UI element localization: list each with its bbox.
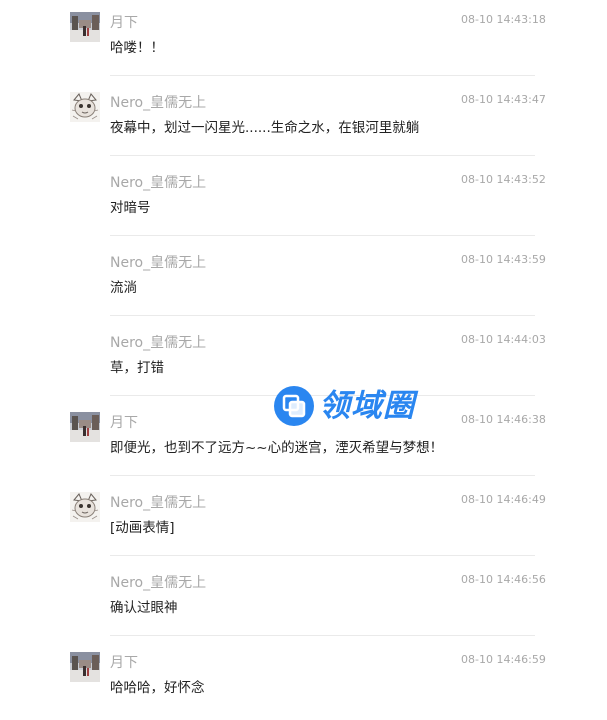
watermark-logo-icon xyxy=(274,386,314,426)
sender-name: Nero_皇儒无上 xyxy=(110,335,207,351)
sender-name: Nero_皇儒无上 xyxy=(110,255,207,271)
winter-street-avatar-icon xyxy=(70,412,100,442)
chat-message: Nero_皇儒无上 08-10 14:43:47 夜幕中，划过一闪星光.....… xyxy=(0,80,607,160)
message-divider xyxy=(110,635,535,636)
message-text: [动画表情] xyxy=(110,520,175,536)
message-timestamp: 08-10 14:46:49 xyxy=(461,493,546,506)
sender-name: 月下 xyxy=(110,655,138,671)
message-text: 确认过眼神 xyxy=(110,600,178,616)
message-text: 夜幕中，划过一闪星光......生命之水，在银河里就躺 xyxy=(110,120,420,136)
message-text: 哈喽！！ xyxy=(110,40,164,56)
message-timestamp: 08-10 14:46:59 xyxy=(461,653,546,666)
message-timestamp: 08-10 14:43:59 xyxy=(461,253,546,266)
message-text: 对暗号 xyxy=(110,200,151,216)
sender-name: Nero_皇儒无上 xyxy=(110,95,207,111)
winter-street-avatar-icon xyxy=(70,12,100,42)
sender-name: 月下 xyxy=(110,415,138,431)
avatar[interactable] xyxy=(70,12,100,42)
message-timestamp: 08-10 14:43:18 xyxy=(461,13,546,26)
sketch-creature-avatar-icon xyxy=(70,92,100,122)
message-text: 草，打错 xyxy=(110,360,164,376)
message-timestamp: 08-10 14:46:56 xyxy=(461,573,546,586)
chat-message: Nero_皇儒无上 08-10 14:46:49 [动画表情] xyxy=(0,480,607,560)
avatar[interactable] xyxy=(70,492,100,522)
message-divider xyxy=(110,155,535,156)
sender-name: Nero_皇儒无上 xyxy=(110,175,207,191)
avatar[interactable] xyxy=(70,652,100,682)
message-timestamp: 08-10 14:44:03 xyxy=(461,333,546,346)
message-divider xyxy=(110,315,535,316)
message-text: 哈哈哈，好怀念 xyxy=(110,680,205,696)
message-timestamp: 08-10 14:43:47 xyxy=(461,93,546,106)
message-text: 流淌 xyxy=(110,280,137,296)
message-divider xyxy=(110,475,535,476)
avatar[interactable] xyxy=(70,92,100,122)
watermark: 领域圈 xyxy=(273,385,453,427)
chat-message: Nero_皇儒无上 08-10 14:43:59 流淌 xyxy=(0,240,607,320)
message-divider xyxy=(110,555,535,556)
avatar[interactable] xyxy=(70,412,100,442)
message-divider xyxy=(110,235,535,236)
sender-name: Nero_皇儒无上 xyxy=(110,495,207,511)
message-divider xyxy=(110,75,535,76)
chat-message: 月下 08-10 14:46:59 哈哈哈，好怀念 xyxy=(0,640,607,720)
winter-street-avatar-icon xyxy=(70,652,100,682)
sender-name: 月下 xyxy=(110,15,138,31)
message-timestamp: 08-10 14:46:38 xyxy=(461,413,546,426)
sender-name: Nero_皇儒无上 xyxy=(110,575,207,591)
message-timestamp: 08-10 14:43:52 xyxy=(461,173,546,186)
chat-message: Nero_皇儒无上 08-10 14:43:52 对暗号 xyxy=(0,160,607,240)
chat-message: Nero_皇儒无上 08-10 14:46:56 确认过眼神 xyxy=(0,560,607,640)
sketch-creature-avatar-icon xyxy=(70,492,100,522)
chat-message: 月下 08-10 14:43:18 哈喽！！ xyxy=(0,0,607,80)
message-text: 即便光，也到不了远方~~心的迷宫，湮灭希望与梦想！ xyxy=(110,440,444,456)
watermark-text: 领域圈 xyxy=(319,388,415,424)
